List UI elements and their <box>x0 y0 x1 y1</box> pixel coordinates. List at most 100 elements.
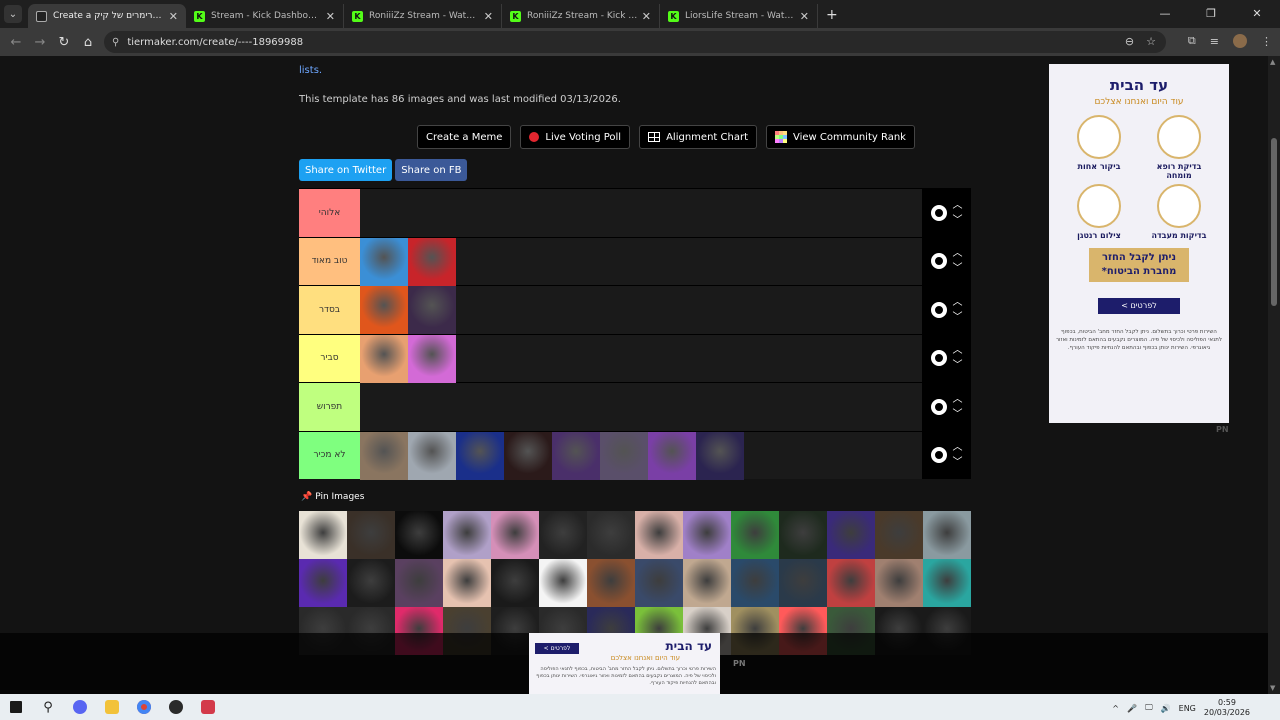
volume-icon[interactable]: 🔊 <box>1161 704 1171 713</box>
tier-item-image[interactable] <box>360 431 408 480</box>
chevron-up-icon[interactable]: ︿ <box>953 249 963 259</box>
chevron-up-icon[interactable]: ︿ <box>953 346 963 356</box>
browser-tab[interactable]: K RoniiiZz Stream - Kick Dashboard ✕ <box>502 4 660 28</box>
lists-link[interactable]: lists. <box>299 65 322 76</box>
close-tab-icon[interactable]: ✕ <box>800 10 809 23</box>
pool-image[interactable] <box>443 511 491 559</box>
file-explorer-icon[interactable] <box>96 694 128 720</box>
tier-item-image[interactable] <box>360 334 408 383</box>
tier-item-image[interactable] <box>456 431 504 480</box>
tier-label[interactable]: טוב מאוד <box>299 237 360 285</box>
tier-drop-zone[interactable] <box>360 334 922 383</box>
tier-drop-zone[interactable] <box>360 383 922 431</box>
ad-banner-bottom[interactable]: עד הבית עוד היום ואנחנו אצלכם לפרטים > ה… <box>529 633 720 694</box>
pool-image[interactable] <box>587 511 635 559</box>
pool-image[interactable] <box>587 559 635 607</box>
browser-tab[interactable]: K LiorsLife Stream - Watch Live on Kick ✕ <box>660 4 818 28</box>
chevron-up-icon[interactable]: ︿ <box>953 394 963 404</box>
tier-drop-zone[interactable] <box>360 286 922 334</box>
ad-banner-right[interactable]: עד הבית עוד היום ואנחנו אצלכם בדיקת רופא… <box>1049 64 1229 423</box>
address-bar[interactable]: ⚲ tiermaker.com/create/----18969988 ⊖ ☆ <box>104 31 1166 53</box>
profile-avatar[interactable] <box>1233 34 1247 48</box>
chrome-icon[interactable] <box>128 694 160 720</box>
view-community-rank-button[interactable]: View Community Rank <box>766 125 915 149</box>
live-voting-poll-button[interactable]: Live Voting Poll <box>520 125 631 149</box>
pool-image[interactable] <box>443 559 491 607</box>
microphone-icon[interactable]: 🎤 <box>1127 704 1137 713</box>
pool-image[interactable] <box>491 559 539 607</box>
pool-image[interactable] <box>923 559 971 607</box>
restore-button[interactable]: ❐ <box>1188 0 1234 28</box>
tier-drop-zone[interactable] <box>360 237 922 286</box>
chevron-down-icon[interactable]: ﹀ <box>953 361 963 371</box>
create-meme-button[interactable]: Create a Meme <box>417 125 512 149</box>
zoom-icon[interactable]: ⊖ <box>1125 35 1134 48</box>
pool-image[interactable] <box>635 559 683 607</box>
close-tab-icon[interactable]: ✕ <box>169 10 178 23</box>
close-tab-icon[interactable]: ✕ <box>642 10 651 23</box>
pool-image[interactable] <box>779 511 827 559</box>
close-tab-icon[interactable]: ✕ <box>484 10 493 23</box>
gear-icon[interactable] <box>930 253 947 270</box>
media-controls-icon[interactable]: ≡ <box>1210 35 1219 48</box>
chevron-down-icon[interactable]: ﹀ <box>953 264 963 274</box>
tier-drop-zone[interactable] <box>360 189 922 237</box>
tier-item-image[interactable] <box>600 431 648 480</box>
scrollbar-thumb[interactable] <box>1271 138 1277 306</box>
pool-image[interactable] <box>539 559 587 607</box>
tray-chevron-icon[interactable]: ^ <box>1112 704 1119 713</box>
browser-tab[interactable]: Create a טירוג סטרימרים של קיק ✕ <box>28 4 186 28</box>
ad-details-button[interactable]: לפרטים > <box>1098 298 1180 314</box>
pool-image[interactable] <box>875 559 923 607</box>
pool-image[interactable] <box>731 559 779 607</box>
gear-icon[interactable] <box>930 204 947 221</box>
site-info-icon[interactable]: ⚲ <box>112 37 119 48</box>
chevron-down-icon[interactable]: ﹀ <box>953 458 963 468</box>
pool-image[interactable] <box>635 511 683 559</box>
tier-item-image[interactable] <box>552 431 600 480</box>
browser-tab[interactable]: K RoniiiZz Stream - Watch Live on Kick ✕ <box>344 4 502 28</box>
discord-icon[interactable] <box>64 694 96 720</box>
tier-label[interactable]: בסדר <box>299 286 360 334</box>
back-button[interactable]: ← <box>4 35 28 50</box>
chevron-down-icon[interactable]: ﹀ <box>953 312 963 322</box>
tier-label[interactable]: תפרוש <box>299 383 360 431</box>
browser-tab[interactable]: K Stream - Kick Dashboard ✕ <box>186 4 344 28</box>
pool-image[interactable] <box>395 511 443 559</box>
tier-label[interactable]: לא מכיר <box>299 431 360 479</box>
pool-image[interactable] <box>923 511 971 559</box>
gear-icon[interactable] <box>930 301 947 318</box>
chevron-up-icon[interactable]: ︿ <box>953 200 963 210</box>
tier-item-image[interactable] <box>648 431 696 480</box>
pool-image[interactable] <box>683 559 731 607</box>
pool-image[interactable] <box>539 511 587 559</box>
scroll-up-icon[interactable]: ▲ <box>1270 58 1275 66</box>
app-red-icon[interactable] <box>192 694 224 720</box>
new-tab-button[interactable]: + <box>826 7 838 23</box>
tier-label[interactable]: אלוהי <box>299 189 360 237</box>
reload-button[interactable]: ↻ <box>52 35 76 50</box>
scroll-down-icon[interactable]: ▼ <box>1270 684 1275 692</box>
chevron-down-icon[interactable]: ﹀ <box>953 409 963 419</box>
chevron-down-icon[interactable]: ﹀ <box>953 215 963 225</box>
chevron-up-icon[interactable]: ︿ <box>953 443 963 453</box>
tier-item-image[interactable] <box>360 286 408 334</box>
network-icon[interactable]: 🖵 <box>1145 703 1153 713</box>
gear-icon[interactable] <box>930 447 947 464</box>
tier-item-image[interactable] <box>408 334 456 383</box>
chevron-up-icon[interactable]: ︿ <box>953 297 963 307</box>
obs-icon[interactable] <box>160 694 192 720</box>
tab-search-button[interactable]: ⌄ <box>4 5 22 23</box>
bookmark-star-icon[interactable]: ☆ <box>1146 35 1156 48</box>
pool-image[interactable] <box>347 559 395 607</box>
extensions-icon[interactable]: ⧉ <box>1188 34 1196 48</box>
tier-item-image[interactable] <box>504 431 552 480</box>
pool-image[interactable] <box>827 511 875 559</box>
tier-item-image[interactable] <box>408 286 456 334</box>
home-button[interactable]: ⌂ <box>76 35 100 50</box>
pool-image[interactable] <box>779 559 827 607</box>
gear-icon[interactable] <box>930 350 947 367</box>
gear-icon[interactable] <box>930 398 947 415</box>
pool-image[interactable] <box>875 511 923 559</box>
pool-image[interactable] <box>491 511 539 559</box>
